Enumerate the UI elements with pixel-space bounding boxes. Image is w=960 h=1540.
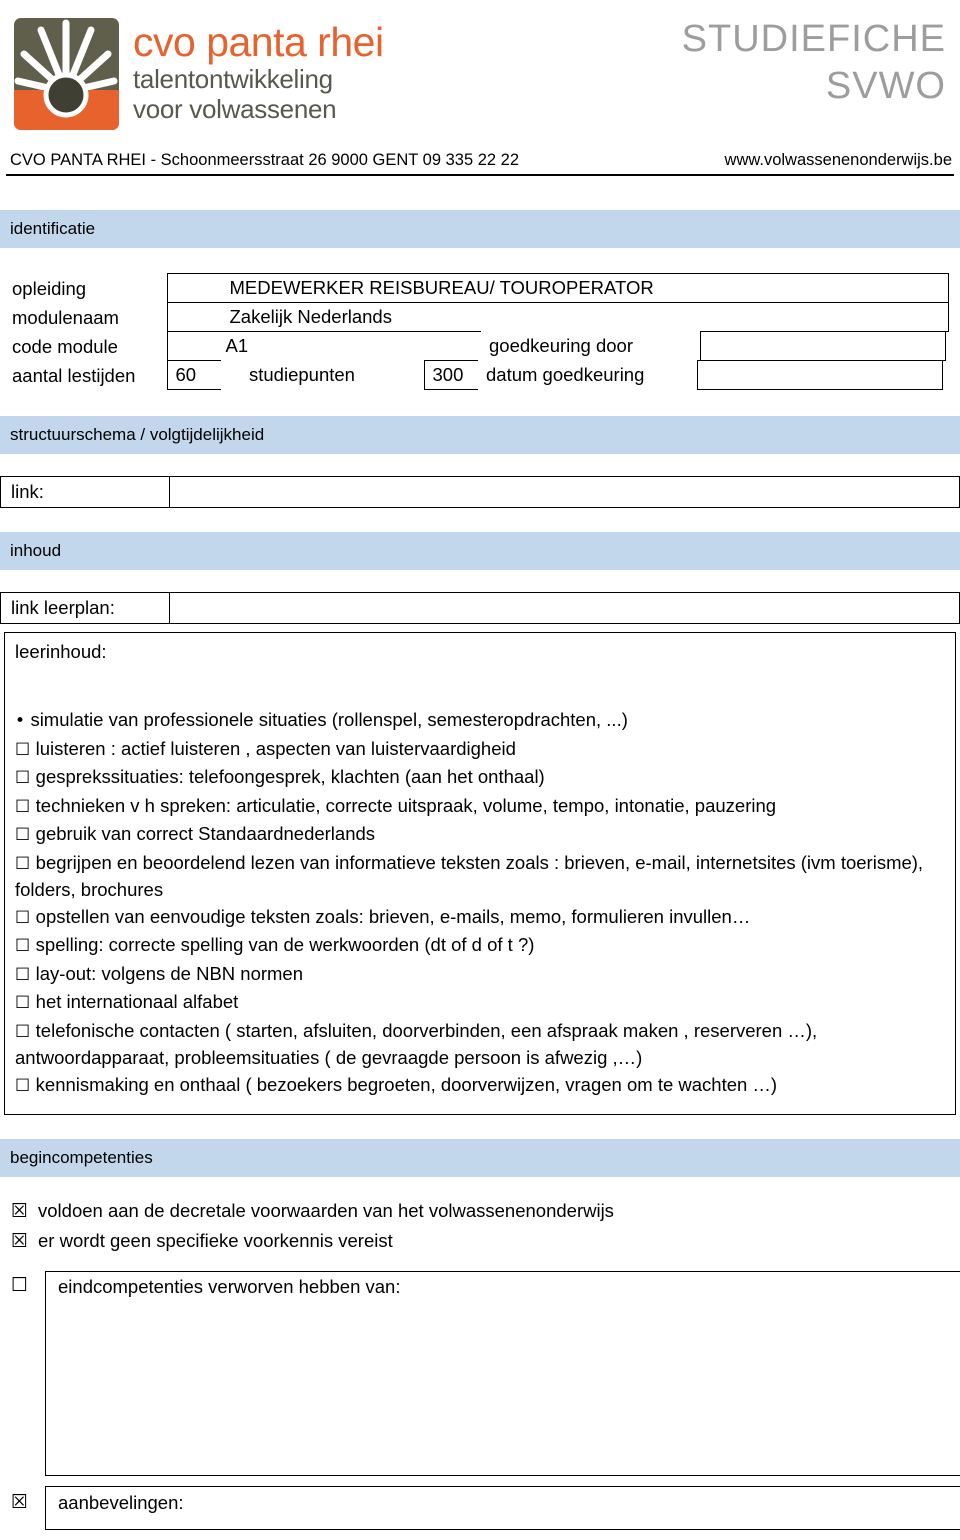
label-leerinhoud: leerinhoud:: [15, 641, 107, 662]
identificatie-table: opleiding MEDEWERKER REISBUREAU/ TOUROPE…: [0, 272, 960, 390]
row-link-leerplan: link leerplan:: [0, 592, 960, 624]
table-row-code-module: code module A1 goedkeuring door: [0, 330, 960, 361]
website-url: www.volwassenenonderwijs.be: [724, 151, 952, 169]
label-aanbevelingen: aanbevelingen:: [58, 1492, 184, 1513]
field-aantal-lestijden[interactable]: 60: [166, 359, 223, 390]
checkbox-icon: ☐: [15, 1075, 36, 1096]
checkbox-icon: ☐: [15, 1021, 36, 1042]
leerinhoud-item-label: spelling: correcte spelling van de werkw…: [35, 934, 535, 955]
page-header: cvo panta rhei talentontwikkeling voor v…: [0, 0, 960, 140]
leerinhoud-item-label: lay-out: volgens de NBN normen: [35, 962, 304, 984]
field-studiepunten[interactable]: 300: [423, 359, 480, 390]
sun-logo-icon: [14, 18, 119, 130]
bullet-icon: •: [15, 711, 31, 731]
label-datum-goedkeuring: datum goedkeuring: [478, 359, 698, 390]
table-row-aantal-lestijden: aantal lestijden 60 studiepunten 300 dat…: [0, 359, 960, 390]
logo-tagline-line1: talentontwikkeling: [133, 64, 333, 94]
label-modulenaam: modulenaam: [12, 306, 119, 328]
table-row-modulenaam: modulenaam Zakelijk Nederlands: [0, 301, 960, 332]
leerinhoud-list: • simulatie van professionele situaties …: [15, 707, 945, 1099]
label-link: link:: [0, 476, 170, 508]
leerinhoud-item: • simulatie van professionele situaties …: [15, 707, 945, 735]
begincompetentie-label: voldoen aan de decretale voorwaarden van…: [38, 1200, 614, 1221]
label-link-leerplan: link leerplan:: [0, 592, 170, 624]
leerinhoud-item: ☐ luisteren : actief luisteren , aspecte…: [15, 736, 945, 764]
checkbox-aanbevelingen[interactable]: ☒: [0, 1486, 45, 1530]
leerinhoud-item: ☐ opstellen van eenvoudige teksten zoals…: [15, 904, 945, 932]
checkbox-eindcompetenties[interactable]: ☐: [0, 1271, 45, 1476]
leerinhoud-item: ☐ telefonische contacten ( starten, afsl…: [15, 1018, 945, 1071]
leerinhoud-item-label: begrijpen en beoordelend lezen van infor…: [15, 851, 924, 901]
leerinhoud-item: ☐ gesprekssituaties: telefoongesprek, kl…: [15, 764, 945, 792]
document-title: STUDIEFICHE SVWO: [682, 16, 946, 110]
leerinhoud-item: ☐ gebruik van correct Standaardnederland…: [15, 821, 945, 849]
row-link: link:: [0, 476, 960, 508]
leerinhoud-item-label: het internationaal alfabet: [35, 991, 239, 1012]
field-goedkeuring-door[interactable]: [699, 330, 946, 361]
field-link-leerplan[interactable]: [170, 592, 960, 624]
section-header-begincompetenties: begincompetenties: [0, 1139, 960, 1177]
field-eindcompetenties[interactable]: eindcompetenties verworven hebben van:: [45, 1271, 960, 1476]
leerinhoud-item-label: simulatie van professionele situaties (r…: [30, 709, 628, 730]
row-aanbevelingen: ☒ aanbevelingen:: [0, 1486, 960, 1530]
leerinhoud-item: ☐ kennismaking en onthaal ( bezoekers be…: [15, 1072, 945, 1100]
field-opleiding[interactable]: MEDEWERKER REISBUREAU/ TOUROPERATOR: [166, 272, 949, 303]
logo-tagline-line2: voor volwassenen: [133, 94, 337, 124]
label-goedkeuring-door: goedkeuring door: [481, 330, 701, 361]
document-title-line1: STUDIEFICHE: [681, 18, 946, 60]
begincompetentie-item: ☒ voldoen aan de decretale voorwaarden va…: [0, 1199, 960, 1229]
leerinhoud-item-label: gebruik van correct Standaardnederlands: [35, 823, 376, 844]
logo-brand-text: cvo panta rhei: [133, 19, 384, 65]
section-header-identificatie: identificatie: [0, 210, 960, 248]
leerinhoud-item-label: kennismaking en onthaal ( bezoekers begr…: [35, 1073, 778, 1095]
leerinhoud-item-label: technieken v h spreken: articulatie, cor…: [35, 794, 777, 816]
row-eindcompetenties: ☐ eindcompetenties verworven hebben van:: [0, 1271, 960, 1476]
document-title-line2: SVWO: [825, 65, 946, 107]
checkbox-icon: ☐: [15, 993, 36, 1013]
label-code-module: code module: [12, 335, 118, 357]
field-code-module[interactable]: A1: [166, 330, 483, 361]
field-modulenaam[interactable]: Zakelijk Nederlands: [166, 301, 949, 332]
leerinhoud-box[interactable]: leerinhoud: • simulatie van professionel…: [4, 632, 956, 1115]
checkbox-icon: ☐: [15, 825, 36, 845]
section-header-inhoud: inhoud: [0, 532, 960, 570]
begincompetentie-item: ☒ er wordt geen specifieke voorkennis ver…: [0, 1229, 960, 1259]
leerinhoud-item-label: telefonische contacten ( starten, afslui…: [15, 1019, 818, 1069]
checkbox-icon: ☐: [15, 964, 36, 985]
begincompetenties-list: ☒ voldoen aan de decretale voorwaarden va…: [0, 1199, 960, 1259]
checkbox-icon: ☐: [15, 936, 36, 956]
leerinhoud-item-label: opstellen van eenvoudige teksten zoals: …: [35, 905, 751, 927]
field-aanbevelingen[interactable]: aanbevelingen:: [45, 1486, 960, 1530]
label-studiepunten: studiepunten: [221, 359, 425, 390]
section-header-structuurschema: structuurschema / volgtijdelijkheid: [0, 416, 960, 454]
checkbox-checked-icon[interactable]: ☒: [0, 1199, 38, 1223]
checkbox-icon: ☐: [15, 768, 36, 788]
table-row-opleiding: opleiding MEDEWERKER REISBUREAU/ TOUROPE…: [0, 272, 960, 303]
field-datum-goedkeuring[interactable]: [696, 359, 943, 390]
checkbox-checked-icon[interactable]: ☒: [0, 1229, 38, 1253]
checkbox-icon: ☐: [15, 796, 36, 817]
label-aantal-lestijden: aantal lestijden: [12, 364, 136, 386]
checkbox-icon: ☐: [15, 739, 36, 760]
begincompetentie-label: er wordt geen specifieke voorkennis vere…: [38, 1230, 393, 1251]
leerinhoud-item: ☐ spelling: correcte spelling van de wer…: [15, 932, 945, 960]
checkbox-icon: ☐: [15, 853, 36, 874]
field-link[interactable]: [170, 476, 960, 508]
leerinhoud-item-label: luisteren : actief luisteren , aspecten …: [35, 737, 516, 759]
leerinhoud-item: ☐ begrijpen en beoordelend lezen van inf…: [15, 850, 945, 903]
label-opleiding: opleiding: [12, 277, 87, 299]
address-text: CVO PANTA RHEI - Schoonmeersstraat 26 90…: [10, 151, 520, 169]
leerinhoud-item: ☐ technieken v h spreken: articulatie, c…: [15, 793, 945, 821]
leerinhoud-item-label: gesprekssituaties: telefoongesprek, klac…: [35, 766, 545, 787]
leerinhoud-item: ☐ het internationaal alfabet: [15, 989, 945, 1017]
logo-wordmark: cvo panta rhei talentontwikkeling voor v…: [133, 18, 384, 124]
leerinhoud-item: ☐ lay-out: volgens de NBN normen: [15, 961, 945, 989]
address-strip: CVO PANTA RHEI - Schoonmeersstraat 26 90…: [6, 140, 954, 176]
label-eindcompetenties: eindcompetenties verworven hebben van:: [58, 1276, 401, 1297]
checkbox-icon: ☐: [15, 907, 36, 928]
logo: cvo panta rhei talentontwikkeling voor v…: [14, 18, 384, 130]
